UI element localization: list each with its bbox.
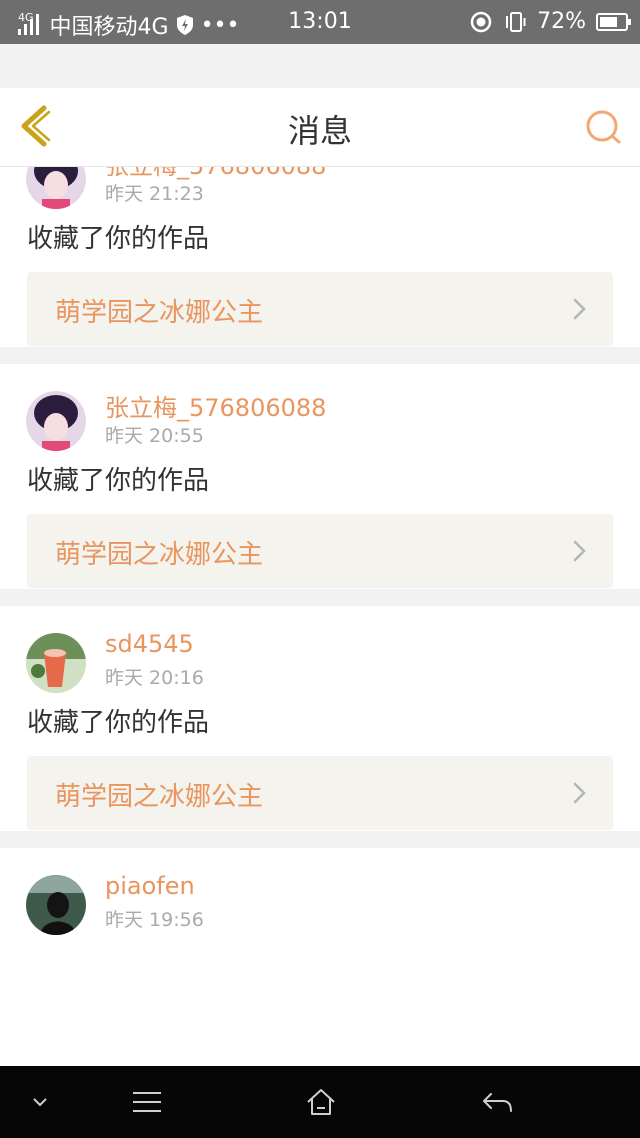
message-action: 收藏了你的作品 [27,708,210,738]
work-title: 萌学园之冰娜公主 [55,782,264,812]
menu-icon [133,1092,161,1112]
message-list[interactable]: 张立梅_576806088 昨天 21:23 收藏了你的作品 萌学园之冰娜公主 … [0,167,640,1067]
message-action: 收藏了你的作品 [27,466,210,496]
vibrate-icon [506,11,526,32]
avatar[interactable] [26,391,86,451]
avatar-girl-icon [26,391,86,451]
page-title: 消息 [287,112,352,150]
avatar[interactable] [26,633,86,693]
status-bar: 4G 中国移动4G ••• 13:01 72% [0,0,640,44]
message-card[interactable]: piaofen 昨天 19:56 [0,848,640,1067]
avatar-girl-icon [26,167,86,209]
header: 消息 [0,88,640,167]
location-icon [470,11,492,32]
chevron-right-icon [573,540,586,562]
work-link[interactable]: 萌学园之冰娜公主 [27,272,613,346]
message-card[interactable]: 张立梅_576806088 昨天 20:55 收藏了你的作品 萌学园之冰娜公主 [0,364,640,589]
search-icon [586,110,621,144]
username-link[interactable]: piaofen [105,872,195,900]
work-link[interactable]: 萌学园之冰娜公主 [27,514,613,588]
message-time: 昨天 21:23 [105,183,204,205]
avatar-person-icon [26,875,86,935]
battery-icon [596,12,631,31]
chevron-down-icon [33,1098,47,1107]
username-link[interactable]: 张立梅_576806088 [105,388,326,423]
work-title: 萌学园之冰娜公主 [55,298,264,328]
chevron-right-icon [573,298,586,320]
battery-percent: 72% [537,9,586,34]
nav-back-button[interactable] [472,1066,522,1138]
avatar-drink-icon [26,633,86,693]
nav-collapse-button[interactable] [20,1066,60,1138]
nav-home-button[interactable] [296,1066,346,1138]
username-link[interactable]: sd4545 [105,630,194,658]
work-title: 萌学园之冰娜公主 [55,540,264,570]
avatar[interactable] [26,875,86,935]
back-arrow-icon [483,1093,512,1112]
message-time: 昨天 20:55 [105,425,204,447]
avatar[interactable] [26,167,86,209]
nav-menu-button[interactable] [122,1066,172,1138]
search-button[interactable] [582,102,626,150]
system-nav-bar [0,1066,640,1138]
home-icon [307,1089,335,1115]
message-time: 昨天 19:56 [105,909,204,931]
message-time: 昨天 20:16 [105,667,204,689]
message-card[interactable]: 张立梅_576806088 昨天 21:23 收藏了你的作品 萌学园之冰娜公主 [0,167,640,347]
chevron-right-icon [573,782,586,804]
message-action: 收藏了你的作品 [27,224,210,254]
message-card[interactable]: sd4545 昨天 20:16 收藏了你的作品 萌学园之冰娜公主 [0,606,640,831]
work-link[interactable]: 萌学园之冰娜公主 [27,756,613,830]
